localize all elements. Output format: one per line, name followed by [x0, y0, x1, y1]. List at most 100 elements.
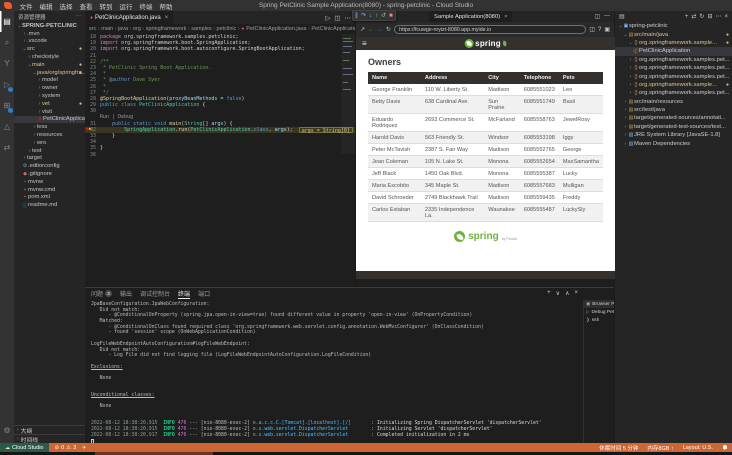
- extensions-icon[interactable]: ⊞: [0, 95, 14, 116]
- terminal-session[interactable]: ▣Browser Pr...: [584, 300, 614, 308]
- codelens-debug-link[interactable]: Debug: [118, 114, 133, 120]
- url-input[interactable]: https://fcuwge-nryizt-8080.app.myide.io: [394, 25, 587, 34]
- file-tree-row[interactable]: › vet ●: [14, 100, 85, 108]
- step-into-icon[interactable]: ↓: [369, 13, 372, 19]
- owner-name-link[interactable]: Jeff Black: [368, 167, 421, 180]
- java-tree-row[interactable]: Ⓒ PetClinicApplication: [615, 47, 732, 56]
- back-icon[interactable]: ←: [368, 27, 374, 33]
- run-file-icon[interactable]: ▷: [325, 14, 330, 22]
- menu-item[interactable]: 查看: [76, 1, 96, 11]
- owner-name-link[interactable]: Betty Davis: [368, 95, 421, 114]
- java-tree-row[interactable]: › ▥ Maven Dependencies: [615, 139, 732, 147]
- owner-name-link[interactable]: Peter McTavish: [368, 143, 421, 156]
- java-tree-row[interactable]: ⌄ ▤ src/main/java ●: [615, 30, 732, 38]
- step-out-icon[interactable]: ↑: [375, 13, 378, 19]
- refresh-icon[interactable]: ↻: [386, 26, 391, 33]
- owner-name-link[interactable]: George Franklin: [368, 84, 421, 96]
- file-tree-row[interactable]: › visit: [14, 108, 85, 116]
- terminal-output[interactable]: JpaBaseConfiguration.JpaWebConfiguration…: [85, 300, 582, 443]
- refresh-tree-icon[interactable]: ↻: [699, 13, 704, 20]
- terminal-dropdown-icon[interactable]: ∨: [556, 290, 560, 297]
- browser-split-icon[interactable]: ◫: [594, 13, 600, 20]
- file-tree-row[interactable]: ◆ .gitignore: [14, 170, 85, 178]
- owner-name-link[interactable]: Harold Davis: [368, 131, 421, 144]
- terminal-session[interactable]: ▷Debug Pet...: [584, 308, 614, 316]
- restart-icon[interactable]: ↺: [381, 12, 386, 19]
- tab-close-icon[interactable]: ×: [165, 15, 169, 21]
- panel-tab[interactable]: 调试控制台: [140, 288, 170, 299]
- file-tree-row[interactable]: ▪ mvnw: [14, 178, 85, 186]
- browser-tab-close-icon[interactable]: ×: [504, 14, 507, 20]
- status-item[interactable]: Layout: U.S.: [683, 445, 713, 451]
- codelens-run-link[interactable]: Run: [100, 114, 109, 120]
- help-icon[interactable]: ?: [598, 27, 601, 33]
- breadcrumb-item[interactable]: petclinic: [217, 26, 237, 32]
- close-panel-icon[interactable]: ×: [574, 290, 578, 297]
- java-tree-row[interactable]: › ▥ JRE System Library [JavaSE-1.8]: [615, 131, 732, 139]
- panel-tab[interactable]: 输出: [120, 288, 132, 299]
- menu-item[interactable]: 运行: [116, 1, 136, 11]
- file-tree-row[interactable]: › test: [14, 147, 85, 155]
- editor-more-actions-icon[interactable]: ⋯: [345, 14, 352, 22]
- problems-summary[interactable]: ⊘ 0 ⚠ 3: [55, 445, 77, 451]
- bell-icon[interactable]: [722, 445, 727, 450]
- settings-gear-icon[interactable]: ⚙: [0, 420, 14, 441]
- file-tree-row[interactable]: › resources: [14, 131, 85, 139]
- source-control-icon[interactable]: Y: [0, 53, 14, 74]
- file-tree-row[interactable]: › target: [14, 155, 85, 163]
- file-tree-row[interactable]: ⌄ main ●: [14, 61, 85, 69]
- java-tree-row[interactable]: ›{} org.springframework.samples.pet...: [615, 64, 732, 72]
- java-tree-row[interactable]: › ▤ src/main/resources: [615, 98, 732, 106]
- file-tree-row[interactable]: ●PetClinicApplication.java: [14, 115, 85, 124]
- explorer-icon[interactable]: ▤: [0, 11, 14, 32]
- rocket-icon[interactable]: ✈: [82, 445, 86, 451]
- owner-name-link[interactable]: Maria Escobito: [368, 179, 421, 192]
- file-tree-row[interactable]: › .vscode: [14, 38, 85, 46]
- pause-icon[interactable]: ∥: [355, 12, 358, 19]
- stop-icon[interactable]: ■: [389, 13, 393, 19]
- breadcrumb-item[interactable]: main: [101, 26, 113, 32]
- menu-item[interactable]: 帮助: [156, 1, 176, 11]
- java-tree-row[interactable]: ⌄ ▣ spring-petclinic: [615, 22, 732, 30]
- status-item[interactable]: 休眠时间 5 分钟: [599, 444, 638, 452]
- file-tree-row[interactable]: › owner: [14, 84, 85, 92]
- forward-icon[interactable]: →: [377, 27, 383, 33]
- explorer-more-icon[interactable]: ⋯: [76, 14, 82, 20]
- menu-item[interactable]: 终端: [136, 1, 156, 11]
- panel-tab[interactable]: 端口: [198, 288, 210, 299]
- file-tree-row[interactable]: ⌄ SPRING-PETCLINIC: [14, 22, 85, 30]
- file-tree-row[interactable]: › model: [14, 77, 85, 85]
- testing-icon[interactable]: △: [0, 116, 14, 137]
- breadcrumb-item[interactable]: PetClinicApplication: [311, 26, 355, 32]
- hamburger-menu-icon[interactable]: ≡: [362, 39, 367, 48]
- menu-item[interactable]: 选择: [56, 1, 76, 11]
- breadcrumb-item[interactable]: PetClinicApplication.java: [246, 26, 306, 32]
- sidebar-section-header[interactable]: › 大纲: [14, 425, 85, 435]
- owner-name-link[interactable]: Carlos Estaban: [368, 203, 421, 222]
- java-tree-row[interactable]: ›{} org.springframework.sample... ●: [615, 81, 732, 89]
- browser-minimize-icon[interactable]: —: [604, 13, 610, 20]
- open-external-icon[interactable]: ↗: [360, 26, 365, 33]
- file-tree-row[interactable]: › less: [14, 123, 85, 131]
- collapse-all-icon[interactable]: ⊟: [707, 13, 712, 20]
- sidebar-section-header[interactable]: › 时间线: [14, 434, 85, 444]
- file-tree-row[interactable]: ▪ mvnw.cmd: [14, 186, 85, 194]
- owner-name-link[interactable]: Eduardo Rodriquez: [368, 113, 421, 132]
- code-editor[interactable]: 18 package org.springframework.samples.pe…: [85, 34, 355, 158]
- breadcrumb-item[interactable]: samples: [191, 26, 211, 32]
- owner-name-link[interactable]: Jean Coleman: [368, 155, 421, 168]
- status-item[interactable]: 内存8GB ↑: [647, 444, 673, 452]
- panel-more-icon[interactable]: ⋯: [715, 13, 721, 20]
- file-tree-row[interactable]: ▪ pom.xml: [14, 194, 85, 202]
- file-tree-row[interactable]: ⓘ readme.md: [14, 201, 85, 209]
- link-editor-icon[interactable]: ⇄: [691, 13, 696, 20]
- devtools-icon[interactable]: ▣: [604, 26, 610, 33]
- panel-close-icon[interactable]: ×: [724, 14, 728, 20]
- menu-item[interactable]: 转到: [96, 1, 116, 11]
- java-tree-row[interactable]: ⌄{} org.springframework.sample... ●: [615, 39, 732, 47]
- split-editor-icon[interactable]: ◫: [334, 14, 340, 22]
- java-tree-row[interactable]: › ▤ target/generated-sources/annotati...: [615, 114, 732, 122]
- maximize-panel-icon[interactable]: ∧: [565, 290, 569, 297]
- java-tree-row[interactable]: ›{} org.springframework.samples.pet...: [615, 72, 732, 80]
- panel-tab[interactable]: 终端: [178, 288, 191, 299]
